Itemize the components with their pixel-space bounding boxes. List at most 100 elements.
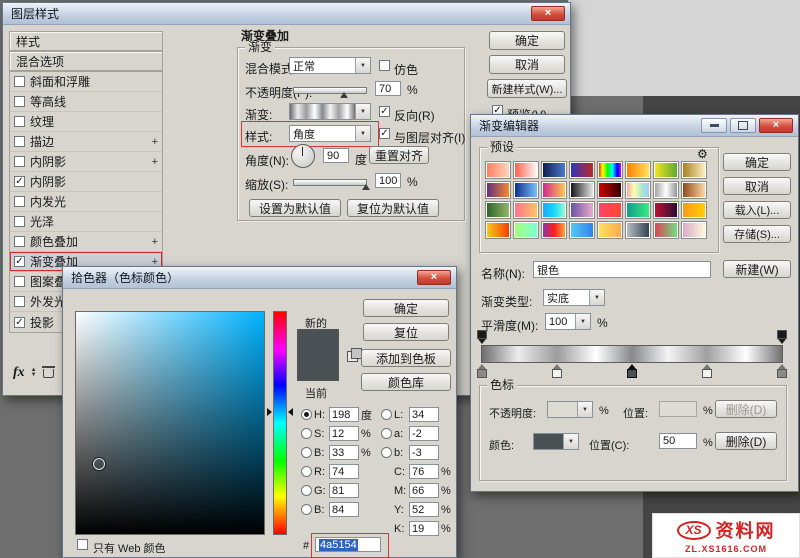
gradient-editor-titlebar[interactable]: 渐变编辑器 ×	[471, 115, 798, 137]
color-mode-radio[interactable]	[381, 447, 392, 458]
color-mode-radio[interactable]	[301, 466, 312, 477]
dither-checkbox[interactable]	[379, 60, 390, 71]
hue-marker-right-icon[interactable]	[288, 408, 293, 416]
gradient-preset-swatch[interactable]	[569, 161, 595, 179]
layer-style-titlebar[interactable]: 图层样式 ×	[3, 3, 570, 25]
color-mode-radio[interactable]	[301, 409, 312, 420]
gradient-preset-swatch[interactable]	[513, 181, 539, 199]
saturation-brightness-field[interactable]	[75, 311, 265, 535]
close-icon[interactable]: ×	[759, 118, 793, 133]
gradient-preset-swatch[interactable]	[681, 161, 707, 179]
gradient-preset-swatch[interactable]	[485, 201, 511, 219]
color-stop[interactable]	[777, 364, 787, 378]
close-icon[interactable]: ×	[531, 6, 565, 21]
gradient-preset-swatch[interactable]	[541, 201, 567, 219]
reset-default-button[interactable]: 复位为默认值	[347, 199, 439, 217]
new-gradient-button[interactable]: 新建(W)	[723, 260, 791, 278]
reset-align-button[interactable]: 重置对齐	[369, 146, 429, 164]
gradient-preset-swatch[interactable]	[653, 181, 679, 199]
web-color-cube-icon[interactable]	[347, 348, 362, 362]
color-picker-titlebar[interactable]: 拾色器（色标颜色） ×	[63, 267, 456, 289]
set-default-button[interactable]: 设置为默认值	[249, 199, 341, 217]
reset-button[interactable]: 复位	[363, 323, 449, 341]
color-mode-radio[interactable]	[301, 485, 312, 496]
ok-button[interactable]: 确定	[489, 31, 565, 50]
angle-dial[interactable]	[291, 144, 315, 168]
scale-input[interactable]: 100	[375, 173, 401, 188]
gradient-preset-swatch[interactable]	[569, 221, 595, 239]
gradient-preset-swatch[interactable]	[569, 181, 595, 199]
style-item[interactable]: 光泽	[10, 212, 162, 232]
color-value-input[interactable]: 81	[329, 483, 359, 498]
style-item[interactable]: 内阴影 +	[10, 152, 162, 172]
web-colors-only-checkbox[interactable]	[77, 539, 88, 550]
gradient-preset-swatch[interactable]	[625, 161, 651, 179]
close-icon[interactable]: ×	[417, 270, 451, 285]
color-stop[interactable]	[477, 364, 487, 378]
gradient-type-select[interactable]: 实底 ▼	[543, 289, 605, 306]
add-to-swatches-button[interactable]: 添加到色板	[361, 349, 451, 367]
style-item[interactable]: 颜色叠加 +	[10, 232, 162, 252]
maximize-icon[interactable]	[730, 118, 756, 133]
color-mode-radio[interactable]	[301, 504, 312, 515]
gradient-preset-swatch[interactable]	[513, 201, 539, 219]
smoothness-select[interactable]: 100 ▼	[545, 313, 591, 330]
gradient-preset-swatch[interactable]	[681, 201, 707, 219]
style-item-checkbox[interactable]	[14, 216, 25, 227]
color-stop[interactable]	[552, 364, 562, 378]
color-mode-radio[interactable]	[301, 428, 312, 439]
gradient-preset-swatch[interactable]	[513, 221, 539, 239]
style-item[interactable]: 斜面和浮雕	[10, 72, 162, 92]
trash-icon[interactable]	[41, 365, 55, 378]
gradient-preset-swatch[interactable]	[597, 201, 623, 219]
name-input[interactable]: 银色	[533, 261, 711, 278]
ok-button[interactable]: 确定	[723, 153, 791, 171]
fx-icon[interactable]: fx	[13, 365, 25, 381]
gradient-preset-swatch[interactable]	[681, 221, 707, 239]
color-value-input[interactable]: -3	[409, 445, 439, 460]
angle-input[interactable]: 90	[323, 148, 349, 163]
gradient-preset-swatch[interactable]	[653, 221, 679, 239]
color-position-input[interactable]: 50	[659, 433, 697, 449]
color-value-input[interactable]: 33	[329, 445, 359, 460]
gradient-preset-swatch[interactable]	[513, 161, 539, 179]
gradient-preset-swatch[interactable]	[653, 201, 679, 219]
hue-marker-left-icon[interactable]	[267, 408, 272, 416]
color-value-input[interactable]: 34	[409, 407, 439, 422]
color-mode-radio[interactable]	[381, 409, 392, 420]
style-item[interactable]: 等高线	[10, 92, 162, 112]
gradient-preset-swatch[interactable]	[485, 161, 511, 179]
style-item-checkbox[interactable]	[14, 296, 25, 307]
gradient-bar[interactable]	[481, 345, 783, 363]
color-libraries-button[interactable]: 颜色库	[361, 373, 451, 391]
opacity-stop[interactable]	[777, 330, 787, 344]
color-stop[interactable]	[627, 364, 637, 378]
opacity-input[interactable]: 70	[375, 81, 401, 96]
style-item-checkbox[interactable]: ✓	[14, 176, 25, 187]
color-value-input[interactable]: 66	[409, 483, 439, 498]
gradient-preset-swatch[interactable]	[625, 201, 651, 219]
style-item-checkbox[interactable]	[14, 116, 25, 127]
color-mode-radio[interactable]	[381, 428, 392, 439]
style-item-checkbox[interactable]	[14, 276, 25, 287]
color-value-input[interactable]: 52	[409, 502, 439, 517]
color-value-input[interactable]: -2	[409, 426, 439, 441]
style-item[interactable]: 纹理	[10, 112, 162, 132]
gradient-preset-swatch[interactable]	[625, 221, 651, 239]
save-button[interactable]: 存储(S)...	[723, 225, 791, 243]
style-item-checkbox[interactable]: ✓	[14, 256, 25, 267]
scale-slider-thumb[interactable]	[362, 184, 370, 190]
color-value-input[interactable]: 74	[329, 464, 359, 479]
gradient-preset-swatch[interactable]	[625, 181, 651, 199]
delete-color-stop-button[interactable]: 删除(D)	[715, 432, 777, 450]
style-item-checkbox[interactable]	[14, 136, 25, 147]
gradient-preset-swatch[interactable]	[541, 161, 567, 179]
gradient-preset-swatch[interactable]	[541, 221, 567, 239]
cancel-button[interactable]: 取消	[723, 177, 791, 195]
style-select[interactable]: 角度 ▼	[289, 125, 371, 142]
style-item-checkbox[interactable]	[14, 196, 25, 207]
gradient-select[interactable]: ▼	[289, 103, 371, 120]
gradient-preset-swatch[interactable]	[653, 161, 679, 179]
style-item-checkbox[interactable]: ✓	[14, 316, 25, 328]
style-item[interactable]: 描边 +	[10, 132, 162, 152]
